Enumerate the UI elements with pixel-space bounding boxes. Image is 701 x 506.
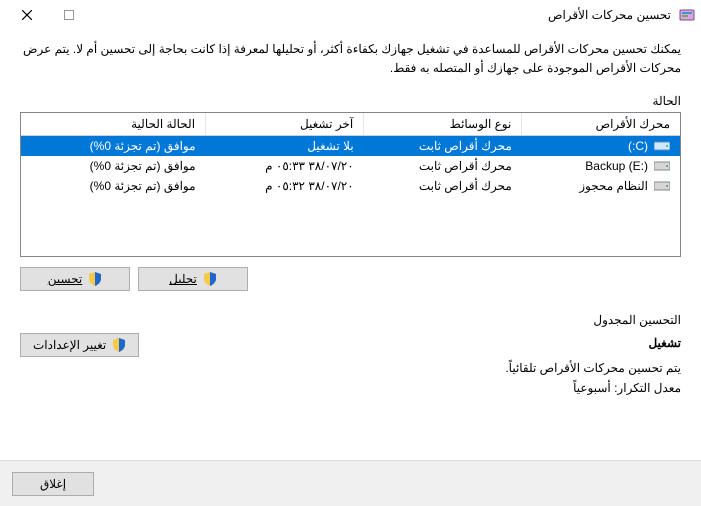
drive-lastrun: بلا تشغيل <box>206 136 364 157</box>
drive-icon <box>654 140 670 152</box>
close-icon <box>22 10 32 20</box>
schedule-label: التحسين المجدول <box>20 313 681 327</box>
drive-icon <box>654 160 670 172</box>
drive-status: موافق (تم تجزئة 0%) <box>21 156 206 176</box>
drives-table-wrap: محرك الأقراص نوع الوسائط آخر تشغيل الحال… <box>20 112 681 257</box>
drive-media: محرك أقراص ثابت <box>364 136 522 157</box>
table-row[interactable]: Backup (E:) محرك أقراص ثابت ٣٨/٠٧/٢٠ ٠٥:… <box>21 156 680 176</box>
col-drive: محرك الأقراص <box>596 117 670 131</box>
title-bar: تحسين محركات الأقراص <box>0 0 701 30</box>
drive-name: (C:) <box>628 139 648 153</box>
shield-icon <box>203 272 217 286</box>
table-row[interactable]: (C:) محرك أقراص ثابت بلا تشغيل موافق (تم… <box>21 136 680 157</box>
optimize-label: تحسين <box>48 272 83 286</box>
analyze-button[interactable]: تحليل <box>138 267 248 291</box>
change-settings-button[interactable]: تغيير الإعدادات <box>20 333 139 357</box>
drive-lastrun: ٣٨/٠٧/٢٠ ٠٥:٣٣ م <box>206 156 364 176</box>
col-status: الحالة الحالية <box>131 117 195 131</box>
shield-icon <box>112 338 126 352</box>
app-icon <box>679 7 695 23</box>
schedule-section: التحسين المجدول تشغيل يتم تحسين محركات ا… <box>20 313 681 398</box>
close-button[interactable] <box>6 2 48 28</box>
drive-status: موافق (تم تجزئة 0%) <box>21 176 206 196</box>
col-media: نوع الوسائط <box>450 117 512 131</box>
status-section-label: الحالة <box>20 94 681 108</box>
change-settings-label: تغيير الإعدادات <box>33 338 106 352</box>
drive-status: موافق (تم تجزئة 0%) <box>21 136 206 157</box>
table-spacer <box>21 196 680 256</box>
drive-media: محرك أقراص ثابت <box>364 176 522 196</box>
drive-icon <box>654 180 670 192</box>
table-buttons-row: تحليل تحسين <box>20 267 681 291</box>
shield-icon <box>88 272 102 286</box>
drive-media: محرك أقراص ثابت <box>364 156 522 176</box>
schedule-line1: يتم تحسين محركات الأقراص تلقائياً. <box>139 358 681 378</box>
maximize-icon <box>64 10 74 20</box>
col-lastrun: آخر تشغيل <box>300 117 353 131</box>
schedule-on: تشغيل <box>139 333 681 353</box>
maximize-button[interactable] <box>48 2 90 28</box>
optimize-button[interactable]: تحسين <box>20 267 130 291</box>
table-header-row: محرك الأقراص نوع الوسائط آخر تشغيل الحال… <box>21 113 680 136</box>
close-label: إغلاق <box>40 477 66 491</box>
window-controls <box>6 2 90 28</box>
drive-name: النظام محجوز <box>579 179 648 193</box>
drive-name: Backup (E:) <box>585 159 648 173</box>
drive-lastrun: ٣٨/٠٧/٢٠ ٠٥:٣٢ م <box>206 176 364 196</box>
window-title: تحسين محركات الأقراص <box>548 8 671 22</box>
footer: إغلاق <box>0 460 701 506</box>
table-row[interactable]: النظام محجوز محرك أقراص ثابت ٣٨/٠٧/٢٠ ٠٥… <box>21 176 680 196</box>
drives-table[interactable]: محرك الأقراص نوع الوسائط آخر تشغيل الحال… <box>21 113 680 256</box>
schedule-frequency: معدل التكرار: أسبوعياً <box>139 378 681 398</box>
intro-text: يمكنك تحسين محركات الأقراص للمساعدة في ت… <box>20 40 681 78</box>
analyze-label: تحليل <box>169 272 197 286</box>
close-button-footer[interactable]: إغلاق <box>12 472 94 496</box>
